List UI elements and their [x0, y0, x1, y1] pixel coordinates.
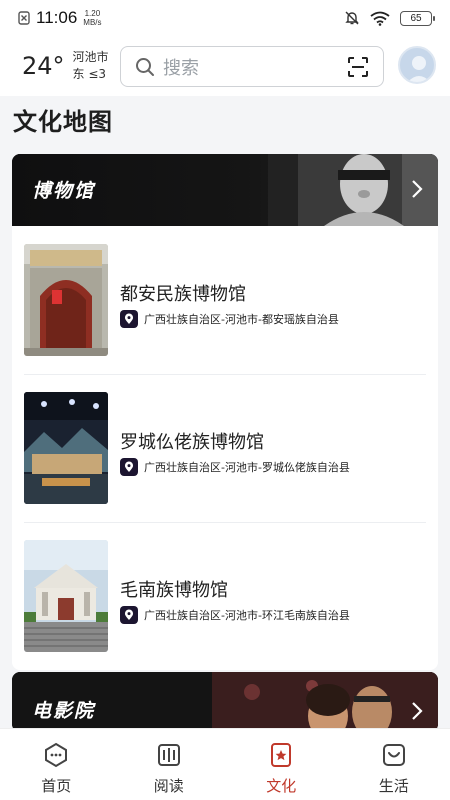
city-name: 河池市 — [72, 50, 109, 64]
chevron-right-icon[interactable] — [410, 178, 424, 200]
status-time: 11:06 — [36, 8, 78, 27]
wifi-icon — [370, 11, 390, 26]
museum-section-header[interactable]: 博物馆 — [12, 154, 438, 226]
museum-location: 广西壮族自治区-河池市-都安瑶族自治县 — [120, 310, 339, 328]
divider — [24, 374, 426, 375]
mute-bell-icon — [345, 11, 359, 25]
nav-label: 首页 — [41, 777, 72, 795]
nav-item-home[interactable]: 首页 — [0, 729, 113, 800]
cinema-section-header[interactable]: 电影院 — [12, 672, 438, 732]
page-title: 文化地图 — [13, 108, 113, 136]
list-item-museum-3[interactable]: 毛南族博物馆 广西壮族自治区-河池市-环江毛南族自治县 — [24, 540, 426, 654]
network-speed: 1.20 MB/s — [83, 9, 102, 27]
list-item-museum-1[interactable]: 都安民族博物馆 广西壮族自治区-河池市-都安瑶族自治县 — [24, 244, 426, 358]
life-icon — [382, 744, 405, 766]
avatar[interactable] — [398, 46, 436, 84]
museum-address: 广西壮族自治区-河池市-环江毛南族自治县 — [144, 609, 350, 622]
book-icon — [157, 744, 180, 766]
museum-name: 都安民族博物馆 — [120, 284, 246, 305]
location-pin-icon — [120, 310, 138, 328]
culture-icon — [271, 743, 292, 767]
museum-address: 广西壮族自治区-河池市-都安瑶族自治县 — [144, 313, 339, 326]
nav-label: 阅读 — [153, 777, 184, 795]
temperature: 24° — [22, 52, 65, 80]
top-header: 24° 河池市 东 ≤3 搜索 — [0, 36, 450, 96]
museum-name: 毛南族博物馆 — [120, 580, 228, 601]
search-icon — [136, 57, 154, 76]
weather-widget[interactable]: 24° 河池市 东 ≤3 — [22, 49, 114, 83]
wind-info: 东 ≤3 — [72, 67, 107, 81]
museum-address: 广西壮族自治区-河池市-罗城仫佬族自治县 — [144, 461, 350, 474]
nav-item-culture[interactable]: 文化 — [225, 729, 338, 800]
location-pin-icon — [120, 458, 138, 476]
museum-section-title: 博物馆 — [32, 180, 96, 202]
notification-icon — [18, 11, 30, 25]
museum-section: 博物馆 都安民族博物馆 广西壮族自治区-河池市-都安瑶族自治县 罗城仫佬族博物馆… — [12, 154, 438, 670]
nav-item-read[interactable]: 阅读 — [113, 729, 226, 800]
chevron-right-icon[interactable] — [410, 700, 424, 722]
bottom-nav: 首页 阅读 文化 生活 — [0, 728, 450, 800]
museum-location: 广西壮族自治区-河池市-环江毛南族自治县 — [120, 606, 350, 624]
museum-location: 广西壮族自治区-河池市-罗城仫佬族自治县 — [120, 458, 350, 476]
home-icon — [45, 742, 68, 768]
search-placeholder: 搜索 — [163, 57, 199, 79]
scan-icon[interactable] — [347, 56, 369, 78]
museum-thumbnail — [24, 392, 108, 504]
search-input[interactable]: 搜索 — [120, 46, 384, 87]
battery-indicator: 65 — [400, 10, 435, 26]
museum-thumbnail — [24, 540, 108, 652]
museum-thumbnail — [24, 244, 108, 356]
nav-label: 生活 — [378, 777, 409, 795]
user-avatar-icon — [407, 56, 431, 82]
nav-item-life[interactable]: 生活 — [338, 729, 450, 800]
divider — [24, 522, 426, 523]
museum-name: 罗城仫佬族博物馆 — [120, 432, 264, 453]
status-bar: 11:06 1.20 MB/s 65 — [0, 0, 450, 36]
cinema-section-title: 电影院 — [32, 700, 96, 722]
location-pin-icon — [120, 606, 138, 624]
list-item-museum-2[interactable]: 罗城仫佬族博物馆 广西壮族自治区-河池市-罗城仫佬族自治县 — [24, 392, 426, 506]
nav-label: 文化 — [266, 777, 297, 795]
